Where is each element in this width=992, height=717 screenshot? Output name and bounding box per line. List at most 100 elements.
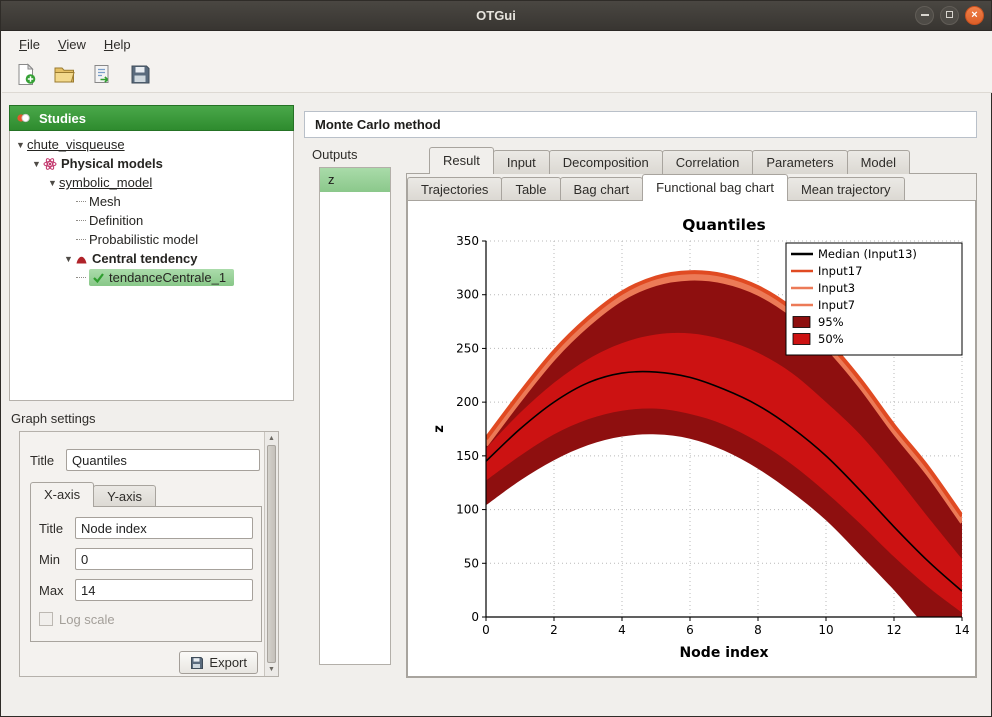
expander-icon[interactable]: ▼ [62, 254, 75, 264]
tab-input[interactable]: Input [493, 150, 550, 174]
tree-item-probabilistic-model[interactable]: Probabilistic model [10, 230, 293, 249]
tab-y-axis[interactable]: Y-axis [93, 485, 156, 507]
svg-text:2: 2 [550, 623, 558, 637]
svg-text:Median (Input13): Median (Input13) [818, 247, 917, 261]
settings-scrollbar[interactable]: ▲ ▼ [264, 432, 278, 676]
min-input[interactable] [75, 548, 253, 570]
menu-view[interactable]: View [49, 34, 95, 55]
save-study-button[interactable] [126, 61, 154, 89]
tree-item-physical-models[interactable]: ▼ Physical models [10, 154, 293, 173]
svg-text:300: 300 [456, 288, 479, 302]
tree-guide [76, 277, 86, 278]
toolbar [2, 57, 992, 93]
otgui-window: OTGui × File View Help [0, 0, 992, 717]
tree-item-symbolic-model[interactable]: ▼ symbolic_model [10, 173, 293, 192]
chart-area: 05010015020025030035002468101214Quantile… [429, 213, 974, 663]
max-input[interactable] [75, 579, 253, 601]
window-title: OTGui [476, 8, 516, 23]
scroll-up-icon[interactable]: ▲ [265, 432, 278, 445]
scroll-down-icon[interactable]: ▼ [265, 663, 278, 676]
graph-title-input[interactable] [66, 449, 260, 471]
svg-text:95%: 95% [818, 315, 844, 329]
tab-result[interactable]: Result [429, 147, 494, 174]
tree-item-label: tendanceCentrale_1 [109, 270, 226, 285]
new-study-button[interactable] [12, 61, 40, 89]
svg-text:10: 10 [818, 623, 833, 637]
menu-file[interactable]: File [10, 34, 49, 55]
svg-text:8: 8 [754, 623, 762, 637]
svg-text:Input17: Input17 [818, 264, 862, 278]
tab-mean-trajectory[interactable]: Mean trajectory [787, 177, 905, 201]
maximize-icon [946, 11, 953, 18]
expander-icon[interactable]: ▼ [46, 178, 59, 188]
maximize-button[interactable] [940, 6, 959, 25]
svg-text:50: 50 [464, 556, 479, 570]
tree-item-definition[interactable]: Definition [10, 211, 293, 230]
tree-item-central-tendency[interactable]: ▼ Central tendency [10, 249, 293, 268]
tab-table[interactable]: Table [501, 177, 560, 201]
svg-text:0: 0 [482, 623, 490, 637]
svg-text:150: 150 [456, 449, 479, 463]
max-label: Max [39, 583, 64, 598]
title-field-label: Title [30, 453, 54, 468]
menu-help[interactable]: Help [95, 34, 140, 55]
secondary-tabs: Trajectories Table Bag chart Functional … [407, 174, 904, 201]
import-script-button[interactable] [88, 61, 116, 89]
minimize-button[interactable] [915, 6, 934, 25]
tree-item-label: Definition [89, 213, 143, 228]
tab-correlation[interactable]: Correlation [662, 150, 754, 174]
tab-model[interactable]: Model [847, 150, 910, 174]
export-button[interactable]: Export [179, 651, 258, 674]
tab-trajectories[interactable]: Trajectories [407, 177, 502, 201]
log-scale-label: Log scale [59, 612, 115, 627]
tree-item-study[interactable]: ▼ chute_visqueuse [10, 135, 293, 154]
svg-text:0: 0 [471, 610, 479, 624]
log-scale-checkbox[interactable] [39, 612, 53, 626]
window-controls: × [915, 6, 984, 25]
tab-parameters[interactable]: Parameters [752, 150, 847, 174]
tree-item-label: Probabilistic model [89, 232, 198, 247]
svg-text:4: 4 [618, 623, 626, 637]
studies-icon [16, 111, 30, 125]
output-item-z[interactable]: z [320, 168, 390, 192]
tree-guide [76, 239, 86, 240]
menubar: File View Help [2, 31, 992, 57]
svg-text:50%: 50% [818, 332, 844, 346]
new-document-icon [15, 63, 38, 86]
close-icon: × [971, 9, 977, 21]
axis-tabs: X-axis Y-axis [30, 482, 155, 507]
studies-tree: ▼ chute_visqueuse ▼ Physical models ▼ sy… [9, 131, 294, 401]
primary-tabs: Result Input Decomposition Correlation P… [429, 147, 909, 174]
central-tendency-icon [75, 252, 88, 265]
tree-item-label: chute_visqueuse [27, 137, 125, 152]
method-header: Monte Carlo method [304, 111, 977, 138]
tab-bag-chart[interactable]: Bag chart [560, 177, 644, 201]
tab-decomposition[interactable]: Decomposition [549, 150, 663, 174]
x-axis-pane: Title Min Max Log scale [30, 506, 262, 642]
tree-item-label: Physical models [61, 156, 163, 171]
svg-text:Node index: Node index [679, 645, 768, 661]
tree-item-mesh[interactable]: Mesh [10, 192, 293, 211]
tree-item-tendance-centrale[interactable]: tendanceCentrale_1 [10, 268, 293, 287]
atom-icon [43, 157, 57, 171]
tab-x-axis[interactable]: X-axis [30, 482, 94, 507]
scrollbar-handle[interactable] [267, 445, 276, 663]
svg-text:6: 6 [686, 623, 694, 637]
svg-text:Quantiles: Quantiles [682, 216, 765, 234]
open-study-button[interactable] [50, 61, 78, 89]
expander-icon[interactable]: ▼ [14, 140, 27, 150]
save-floppy-icon [129, 63, 152, 86]
studies-panel-title: Studies [39, 111, 86, 126]
min-label: Min [39, 552, 60, 567]
expander-icon[interactable]: ▼ [30, 159, 43, 169]
studies-panel-header: Studies [9, 105, 294, 131]
svg-text:100: 100 [456, 503, 479, 517]
axis-title-label: Title [39, 521, 63, 536]
tab-functional-bag-chart[interactable]: Functional bag chart [642, 174, 788, 201]
axis-title-input[interactable] [75, 517, 253, 539]
tree-item-label: symbolic_model [59, 175, 152, 190]
close-button[interactable]: × [965, 6, 984, 25]
svg-text:Input3: Input3 [818, 281, 855, 295]
svg-text:350: 350 [456, 234, 479, 248]
svg-text:250: 250 [456, 341, 479, 355]
